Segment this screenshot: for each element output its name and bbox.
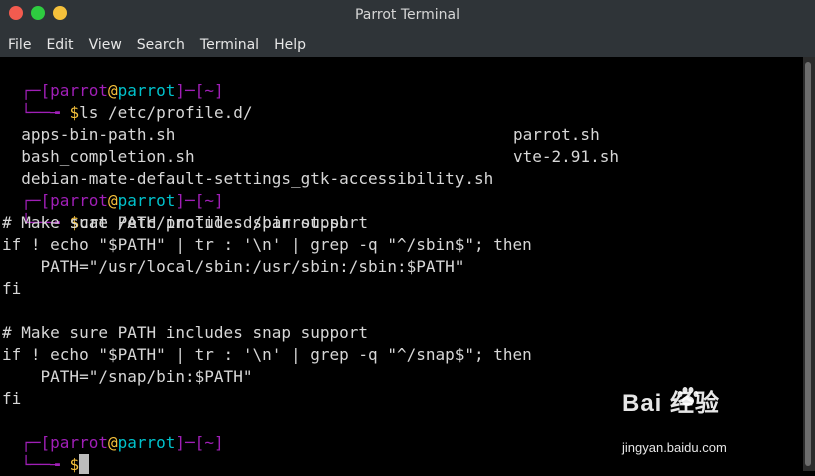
paw-icon <box>677 387 699 406</box>
ls-output-row: apps-bin-path.sh parrot.sh <box>2 102 599 144</box>
output-line: if ! echo "$PATH" | tr : '\n' | grep -q … <box>2 345 532 364</box>
command-line: └──╼ $ls /etc/profile.d/ <box>2 80 252 122</box>
prompt-line: ┌─[parrot@parrot]─[~] <box>2 168 223 210</box>
menu-file[interactable]: File <box>8 37 31 53</box>
window-title: Parrot Terminal <box>354 7 461 23</box>
prompt-host: parrot <box>117 433 176 452</box>
command-line: └──╼ $ <box>2 432 90 474</box>
output-line: fi <box>2 279 22 298</box>
output-line: PATH="/usr/local/sbin:/usr/sbin:/sbin:$P… <box>2 257 465 276</box>
ls-output-row: debian-mate-default-settings_gtk-accessi… <box>2 146 493 188</box>
menu-terminal[interactable]: Terminal <box>200 37 259 53</box>
menu-bar: File Edit View Search Terminal Help <box>0 32 815 57</box>
prompt-sep: ]─[ <box>175 433 205 452</box>
command-line: └──╼ $cat /etc/profile.d/parrot.sh <box>2 190 349 232</box>
prompt-line: ┌─[parrot@parrot]─[~] <box>2 410 223 452</box>
ls-entry: vte-2.91.sh <box>513 147 619 166</box>
watermark-logo: Bai 经验 <box>622 390 721 417</box>
output-line: # Make sure PATH includes snap support <box>2 323 369 342</box>
scrollbar-thumb[interactable] <box>805 62 811 466</box>
title-bar: Parrot Terminal <box>0 0 815 32</box>
output-line: PATH="/snap/bin:$PATH" <box>2 367 253 386</box>
prompt-dir: ~ <box>204 433 214 452</box>
prompt-dollar: $ <box>69 455 80 474</box>
menu-edit[interactable]: Edit <box>46 37 73 53</box>
menu-help[interactable]: Help <box>274 37 306 53</box>
watermark-url: jingyan.baidu.com <box>622 440 727 455</box>
prompt-close: ] <box>213 433 224 452</box>
output-line: if ! echo "$PATH" | tr : '\n' | grep -q … <box>2 235 532 254</box>
prompt-at: @ <box>107 433 118 452</box>
menu-view[interactable]: View <box>89 37 122 53</box>
ls-entry: parrot.sh <box>513 125 600 144</box>
output-line: # Make sure PATH includes sbin support <box>2 213 369 232</box>
prompt-line: ┌─[parrot@parrot]─[~] <box>2 58 223 100</box>
menu-search[interactable]: Search <box>137 37 185 53</box>
terminal-cursor <box>79 454 90 474</box>
output-line: fi <box>2 389 22 408</box>
prompt-corner: └──╼ <box>21 455 70 474</box>
ls-output-row: bash_completion.sh vte-2.91.sh <box>2 124 619 166</box>
baidu-watermark: Bai 经验 jingyan.baidu.com <box>622 383 798 459</box>
